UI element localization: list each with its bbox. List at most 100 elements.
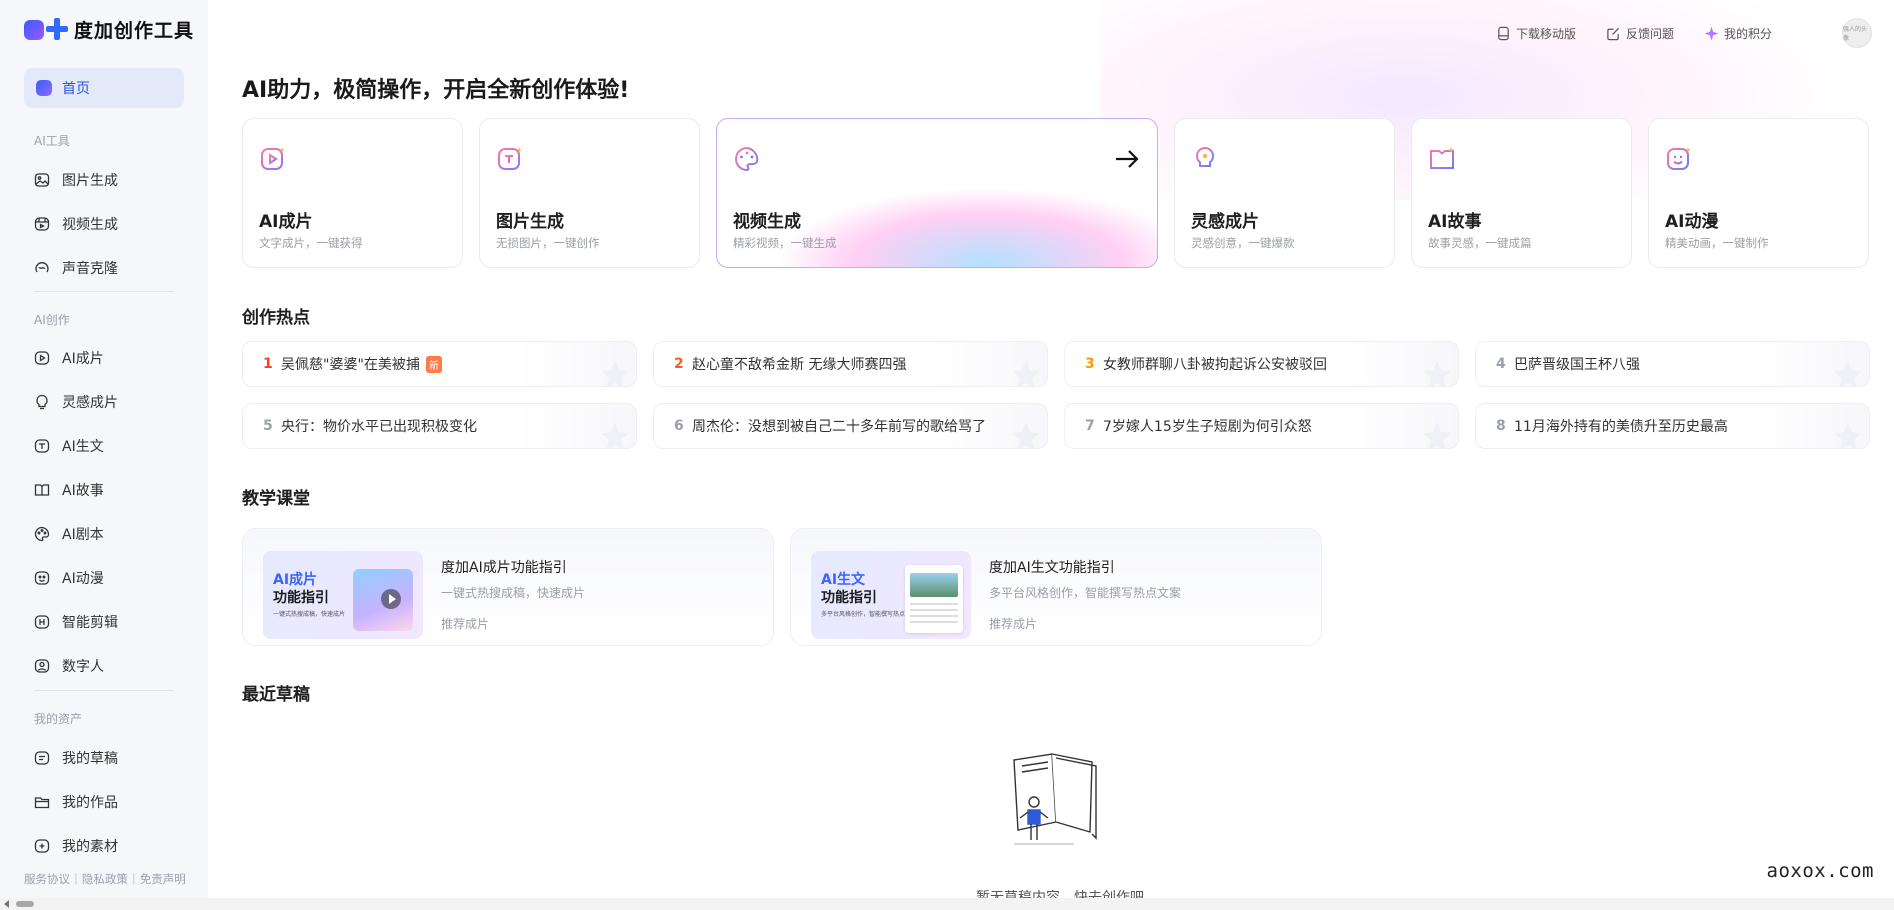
sidebar-item-video-gen[interactable]: 视频生成 <box>24 206 184 242</box>
card-title: 视频生成 <box>733 212 801 232</box>
card-subtitle: 精彩视频，一键生成 <box>733 236 837 250</box>
scrollbar-thumb[interactable] <box>16 901 34 907</box>
edit-icon <box>1607 27 1620 40</box>
sidebar-item-label: 声音克隆 <box>62 261 118 277</box>
sidebar-item-ai-script[interactable]: AI剧本 <box>24 516 184 552</box>
thumb-text-line <box>910 621 958 623</box>
feedback-button[interactable]: 反馈问题 <box>1606 25 1674 42</box>
star-decoration-icon <box>1834 422 1862 448</box>
arrow-right-icon <box>1116 150 1139 168</box>
download-mobile-button[interactable]: 下载移动版 <box>1496 25 1576 42</box>
hot-topic-item[interactable]: 8 11月海外持有的美债升至历史最高 <box>1475 403 1870 449</box>
course-description: 多平台风格创作，智能撰写热点文案 <box>989 586 1182 600</box>
hot-topic-item[interactable]: 7 7岁嫁人15岁生子短剧为何引众怒 <box>1064 403 1459 449</box>
hot-topic-item[interactable]: 1 吴佩慈"婆婆"在美被捕新 <box>242 341 637 387</box>
scroll-left-icon[interactable] <box>4 900 9 908</box>
bulb-icon <box>34 394 50 410</box>
sidebar-item-my-drafts[interactable]: 我的草稿 <box>24 740 184 776</box>
avatar[interactable]: 强人的头像 <box>1842 18 1872 48</box>
sidebar-divider <box>34 291 174 292</box>
sidebar-item-image-gen[interactable]: 图片生成 <box>24 162 184 198</box>
thumb-line-3: 一键式热搜成稿，快速成片 <box>273 611 346 618</box>
thumb-line-1: AI生文 <box>821 572 866 588</box>
course-tag: 推荐成片 <box>441 617 490 631</box>
page-headline: AI助力，极简操作，开启全新创作体验! <box>242 78 630 103</box>
feedback-label: 反馈问题 <box>1625 26 1674 41</box>
hot-topic-text: 赵心童不敌希金斯 无缘大师赛四强 <box>692 357 907 373</box>
course-card-ai-film[interactable]: AI成片 功能指引 一键式热搜成稿，快速成片 度加AI成片功能指引 一键式热搜成… <box>242 528 774 646</box>
feature-cards: AI成片 文字成片，一键获得 图片生成 无损图片，一键创作 视频生成 精彩视频，… <box>242 118 1869 268</box>
thumb-line-3: 多平台风格创作，智能撰写热点文案 <box>821 611 918 618</box>
card-ai-film[interactable]: AI成片 文字成片，一键获得 <box>242 118 463 268</box>
sidebar-item-ai-anime[interactable]: AI动漫 <box>24 560 184 596</box>
book-icon <box>34 482 50 498</box>
image-icon <box>34 172 50 188</box>
card-image-gen[interactable]: 图片生成 无损图片，一键创作 <box>479 118 700 268</box>
hot-topic-text: 吴佩慈"婆婆"在美被捕 <box>281 357 420 373</box>
thumb-text-line <box>910 609 958 611</box>
sidebar-item-ai-text[interactable]: AI生文 <box>24 428 184 464</box>
sidebar-item-label: AI生文 <box>62 439 104 455</box>
thumb-photo <box>910 573 958 597</box>
card-title: AI成片 <box>259 212 313 232</box>
plus-box-icon <box>34 838 50 854</box>
app-root: 度加创作工具 首页 AI工具 图片生成 视频生成 声音克隆 AI创作 AI成片 … <box>0 0 1894 910</box>
hot-topic-rank: 6 <box>674 418 684 434</box>
card-video-gen[interactable]: 视频生成 精彩视频，一键生成 <box>716 118 1158 268</box>
privacy-link[interactable]: 隐私政策 <box>82 871 128 887</box>
sidebar-item-voice-clone[interactable]: 声音克隆 <box>24 250 184 286</box>
hot-topic-rank: 3 <box>1085 356 1095 372</box>
hot-topic-text: 巴萨晋级国王杯八强 <box>1514 357 1640 373</box>
hot-topic-item[interactable]: 4 巴萨晋级国王杯八强 <box>1475 341 1870 387</box>
hot-topic-item[interactable]: 3 女教师群聊八卦被拘起诉公安被驳回 <box>1064 341 1459 387</box>
thumb-line-2: 功能指引 <box>273 590 329 606</box>
sidebar-item-ai-story[interactable]: AI故事 <box>24 472 184 508</box>
sidebar-item-ai-film[interactable]: AI成片 <box>24 340 184 376</box>
hot-topic-text: 周杰伦：没想到被自己二十多年前写的歌给骂了 <box>692 419 986 435</box>
section-label-ai-create: AI创作 <box>34 313 70 327</box>
draft-icon <box>34 750 50 766</box>
sidebar-item-label: 我的作品 <box>62 795 118 811</box>
terms-link[interactable]: 服务协议 <box>24 871 70 887</box>
download-label: 下载移动版 <box>1515 26 1576 41</box>
hot-topic-item[interactable]: 6 周杰伦：没想到被自己二十多年前写的歌给骂了 <box>653 403 1048 449</box>
sidebar-item-my-materials[interactable]: 我的素材 <box>24 828 184 864</box>
sidebar-item-label: 我的素材 <box>62 839 118 855</box>
hot-topic-rank: 2 <box>674 356 684 372</box>
sidebar-item-home[interactable]: 首页 <box>24 68 184 108</box>
home-icon <box>36 80 52 96</box>
star-decoration-icon <box>601 422 629 448</box>
sidebar-item-label: 灵感成片 <box>62 395 118 411</box>
sidebar-item-label: AI故事 <box>62 483 104 499</box>
card-ai-anime[interactable]: AI动漫 精美动画，一键制作 <box>1648 118 1869 268</box>
sidebar-item-label: 智能剪辑 <box>62 615 118 631</box>
course-description: 一键式热搜成稿，快速成片 <box>441 586 586 600</box>
sidebar-item-inspiration[interactable]: 灵感成片 <box>24 384 184 420</box>
thumb-document <box>905 565 963 633</box>
sidebar-item-label: 数字人 <box>62 659 104 675</box>
folder-icon <box>34 794 50 810</box>
watermark: aoxox.com <box>1766 860 1874 882</box>
card-inspiration[interactable]: 灵感成片 灵感创意，一键爆款 <box>1174 118 1395 268</box>
course-card-ai-text[interactable]: AI生文 功能指引 多平台风格创作，智能撰写热点文案 度加AI生文功能指引 多平… <box>790 528 1322 646</box>
sidebar-item-digital-human[interactable]: 数字人 <box>24 648 184 684</box>
hot-topic-rank: 4 <box>1496 356 1506 372</box>
card-ai-story[interactable]: AI故事 故事灵感，一键成篇 <box>1411 118 1632 268</box>
logo[interactable]: 度加创作工具 <box>24 14 194 44</box>
sidebar-divider <box>34 690 174 691</box>
horizontal-scrollbar[interactable] <box>0 898 1894 910</box>
course-tag: 推荐成片 <box>989 617 1038 631</box>
my-points-button[interactable]: 我的积分 <box>1704 25 1772 42</box>
clip-icon <box>34 614 50 630</box>
hot-topic-text: 央行：物价水平已出现积极变化 <box>281 419 477 435</box>
footer-links: 服务协议 | 隐私政策 | 免责声明 <box>24 871 186 887</box>
hot-topic-item[interactable]: 5 央行：物价水平已出现积极变化 <box>242 403 637 449</box>
sidebar-item-my-works[interactable]: 我的作品 <box>24 784 184 820</box>
course-title: 度加AI生文功能指引 <box>989 560 1115 576</box>
phone-icon <box>1498 26 1509 40</box>
empty-state-illustration <box>1013 753 1097 845</box>
video-icon <box>34 216 50 232</box>
hot-topic-item[interactable]: 2 赵心童不敌希金斯 无缘大师赛四强 <box>653 341 1048 387</box>
sidebar-item-smart-clip[interactable]: 智能剪辑 <box>24 604 184 640</box>
disclaimer-link[interactable]: 免责声明 <box>140 871 186 887</box>
